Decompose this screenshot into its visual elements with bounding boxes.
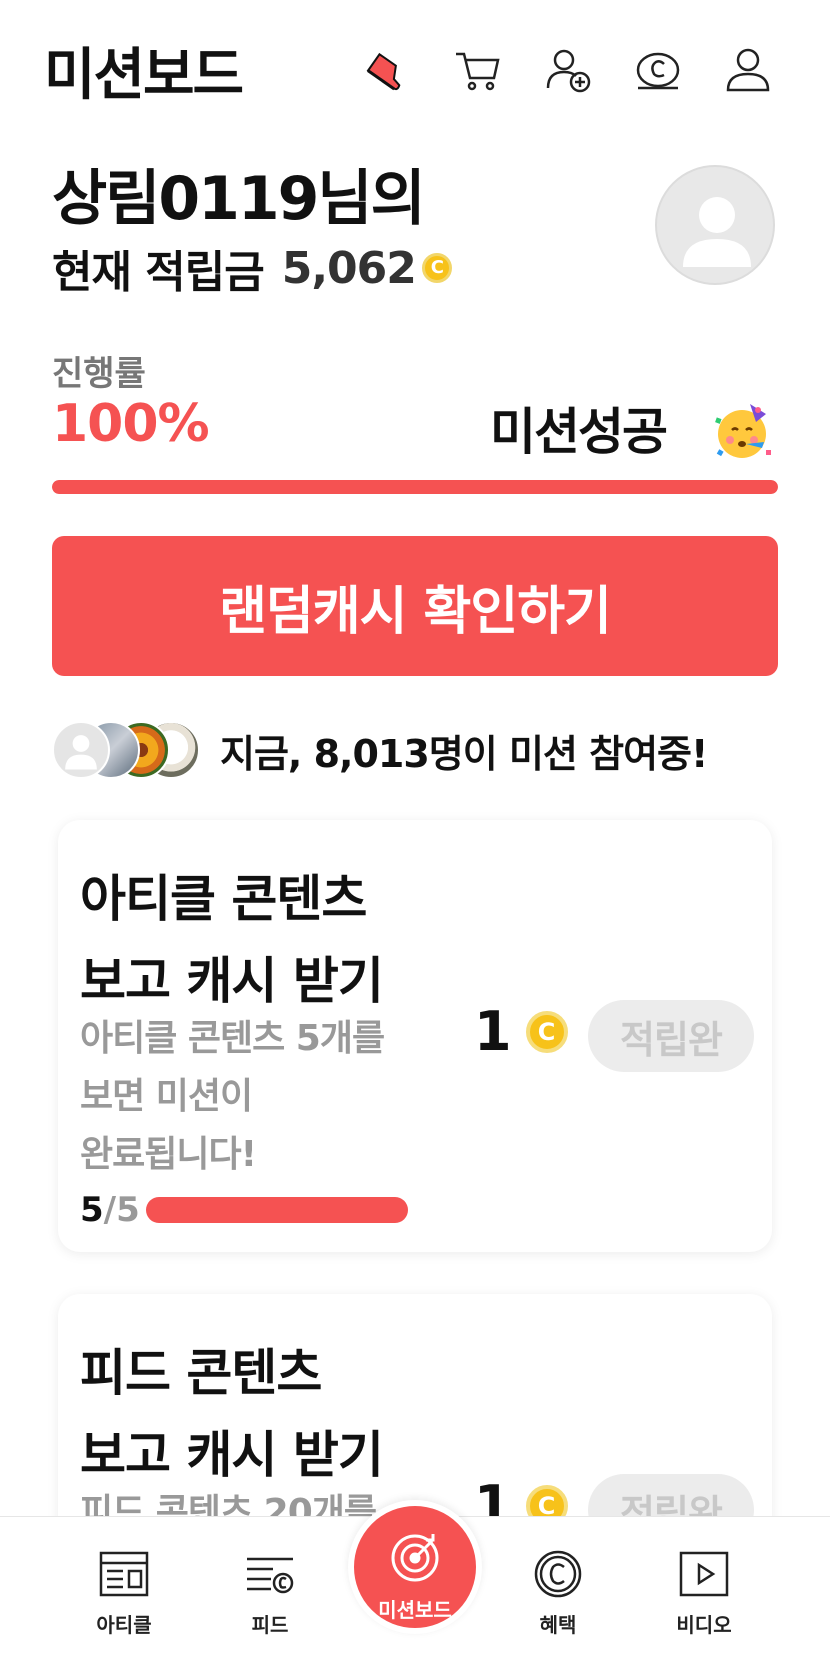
app-title: 미션보드 xyxy=(44,43,244,108)
participants-text: 지금, 8,013명이 미션 참여중! xyxy=(220,723,709,778)
claimed-button[interactable]: 적립완 xyxy=(588,1000,754,1072)
nav-label: 비디오 xyxy=(676,1613,732,1637)
app-header: 미션보드 xyxy=(0,0,830,140)
mission-desc-line: 완료됩니다! xyxy=(80,1134,257,1175)
mission-desc-line: 아티클 콘텐츠 5개를 xyxy=(80,1018,385,1059)
coin-icon: C xyxy=(525,1010,568,1053)
mission-total-count: /5 xyxy=(103,1190,140,1230)
mission-status: 미션성공 xyxy=(490,403,668,461)
cash-coin-icon[interactable] xyxy=(632,44,684,96)
party-face-icon xyxy=(712,400,774,462)
benefit-coin-icon xyxy=(534,1550,582,1598)
default-avatar-icon xyxy=(683,197,751,267)
avatar[interactable] xyxy=(655,165,775,285)
cart-icon[interactable] xyxy=(452,44,504,96)
target-icon xyxy=(391,1534,439,1582)
participants-row: 지금, 8,013명이 미션 참여중! xyxy=(52,720,812,780)
reward-amount: 1 xyxy=(474,1000,512,1063)
mission-card-article[interactable]: 아티클 콘텐츠 보고 캐시 받기 아티클 콘텐츠 5개를 보면 미션이 완료됩니… xyxy=(58,820,772,1252)
mission-description: 아티클 콘텐츠 5개를 보면 미션이 완료됩니다! xyxy=(80,1010,410,1184)
progress-bar-fill xyxy=(52,480,778,494)
article-icon xyxy=(99,1551,149,1597)
user-greeting: 상림0119님의 xyxy=(52,164,426,234)
mission-title: 아티클 콘텐츠 보고 캐시 받기 xyxy=(80,858,384,1022)
video-icon xyxy=(679,1551,729,1597)
mission-progress-bar xyxy=(145,1197,408,1223)
nav-label: 아티클 xyxy=(96,1613,152,1637)
nav-label: 혜택 xyxy=(539,1613,577,1637)
mission-title: 피드 콘텐츠 보고 캐시 받기 xyxy=(80,1332,384,1496)
nav-item-video[interactable]: 비디오 xyxy=(644,1547,764,1638)
mission-title-line: 아티클 콘텐츠 xyxy=(80,870,367,928)
mission-title-line: 피드 콘텐츠 xyxy=(80,1344,322,1402)
nav-label: 피드 xyxy=(251,1613,289,1637)
balance-label: 현재 적립금 xyxy=(52,247,265,298)
balance-row: 현재 적립금 5,062 C xyxy=(52,236,452,300)
participants-suffix: 이 미션 참여중! xyxy=(462,731,709,776)
participants-count: 8,013명 xyxy=(313,731,464,776)
shoe-icon[interactable] xyxy=(362,44,414,96)
nav-item-benefit[interactable]: 혜택 xyxy=(498,1547,618,1638)
nav-item-missionboard[interactable]: 미션보드 xyxy=(348,1500,482,1634)
profile-icon[interactable] xyxy=(722,44,774,96)
nav-item-article[interactable]: 아티클 xyxy=(64,1547,184,1638)
feed-icon xyxy=(247,1557,294,1594)
participants-prefix: 지금, xyxy=(220,731,314,776)
add-friend-icon[interactable] xyxy=(542,44,594,96)
nav-item-feed[interactable]: 피드 xyxy=(210,1547,330,1638)
participant-avatar xyxy=(52,721,110,779)
nav-label: 미션보드 xyxy=(378,1598,452,1622)
coin-icon: C xyxy=(421,253,452,283)
random-cash-button[interactable]: 랜덤캐시 확인하기 xyxy=(52,536,778,676)
mission-progress: 5/5 xyxy=(80,1190,408,1230)
mission-done-count: 5 xyxy=(80,1190,104,1230)
balance-value: 5,062 xyxy=(281,242,417,294)
progress-bar xyxy=(52,480,778,494)
progress-value: 100% xyxy=(52,394,210,454)
default-avatar-icon xyxy=(65,735,97,770)
mission-reward: 1 C xyxy=(474,1000,568,1063)
progress-label: 진행률 xyxy=(52,354,146,394)
mission-desc-line: 보면 미션이 xyxy=(80,1076,253,1117)
